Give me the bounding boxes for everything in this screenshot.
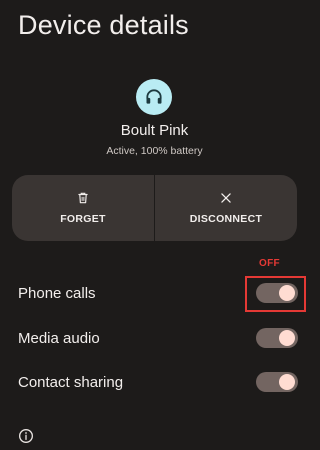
- setting-label-phone-calls: Phone calls: [18, 284, 96, 302]
- disconnect-label: DISCONNECT: [189, 213, 263, 225]
- headset-icon: [136, 79, 172, 115]
- info-icon[interactable]: [18, 428, 34, 444]
- highlight-annotation-box: [245, 276, 306, 312]
- forget-label: FORGET: [60, 213, 106, 225]
- toggle-thumb: [279, 330, 295, 346]
- trash-icon: [78, 192, 88, 204]
- setting-row-media-audio[interactable]: Media audio: [0, 318, 309, 358]
- toggle-thumb: [279, 374, 295, 390]
- setting-row-contact-sharing[interactable]: Contact sharing: [0, 362, 309, 402]
- page-title: Device details: [18, 10, 189, 40]
- contact-sharing-toggle[interactable]: [256, 372, 298, 392]
- close-icon: [221, 193, 231, 203]
- forget-button[interactable]: FORGET: [12, 175, 154, 241]
- device-status: Active, 100% battery: [106, 145, 203, 157]
- device-name: Boult Pink: [120, 122, 189, 139]
- media-audio-toggle[interactable]: [256, 328, 298, 348]
- device-details-screen: Device details Boult Pink Active, 100% b…: [0, 0, 309, 450]
- setting-label-media-audio: Media audio: [18, 329, 100, 347]
- device-actions-card: FORGET DISCONNECT: [12, 175, 297, 241]
- disconnect-button[interactable]: DISCONNECT: [154, 175, 297, 241]
- setting-label-contact-sharing: Contact sharing: [18, 373, 124, 391]
- off-annotation-label: OFF: [259, 258, 280, 269]
